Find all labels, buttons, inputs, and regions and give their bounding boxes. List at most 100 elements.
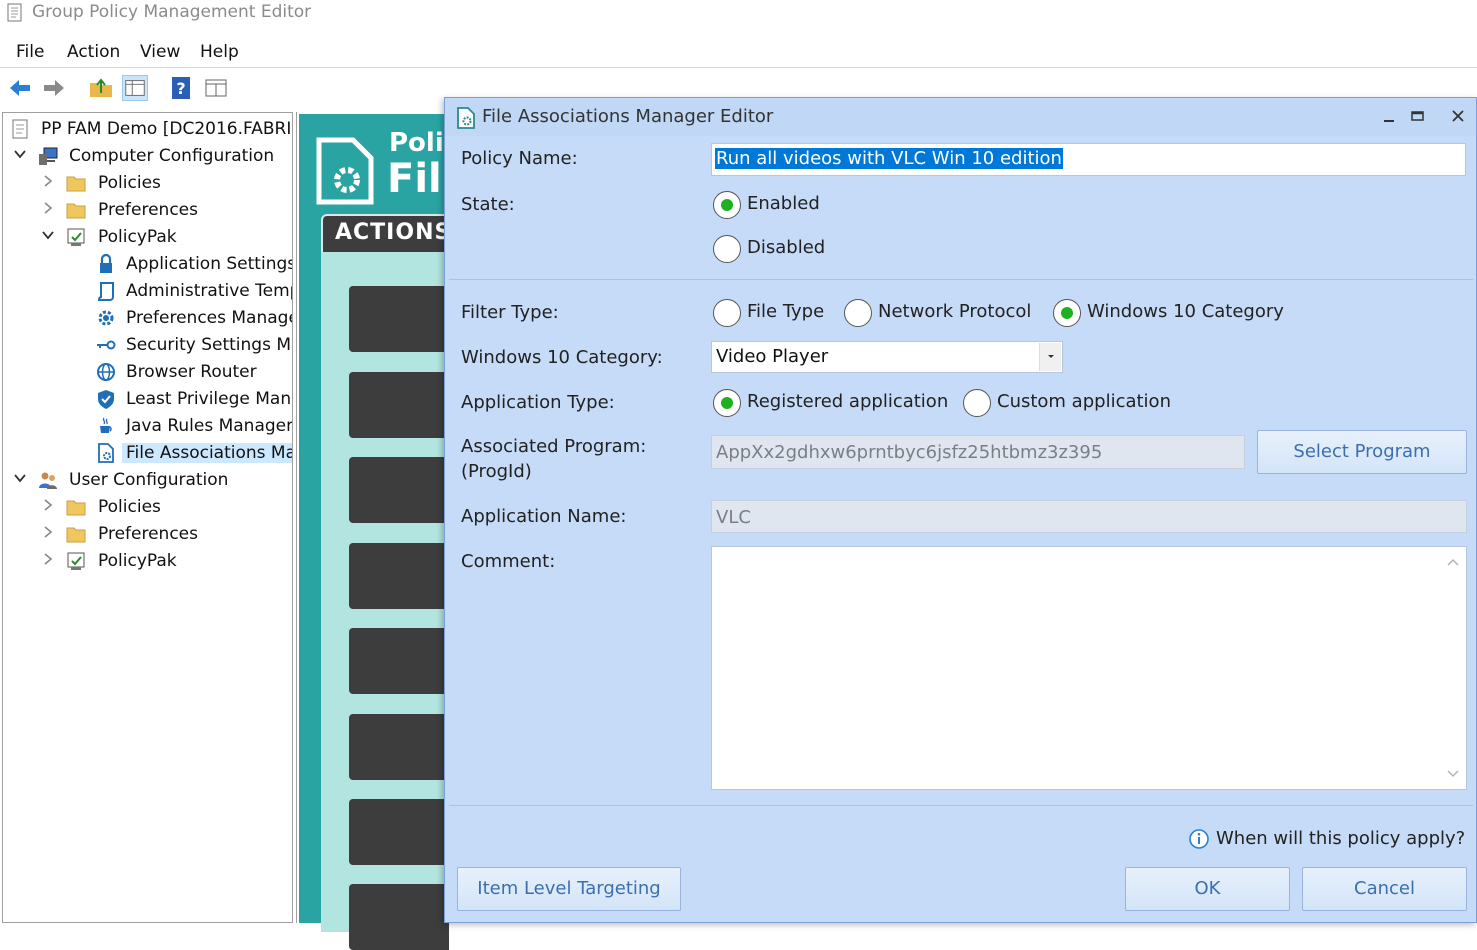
radio-label: File Type — [747, 301, 825, 322]
win10-category-combobox[interactable]: Video Player — [711, 341, 1063, 373]
cancel-button[interactable]: Cancel — [1302, 867, 1467, 911]
radio-label: Registered application — [747, 391, 949, 412]
panel-background: Polic Fil ACTIONS — [299, 114, 459, 950]
section-divider — [449, 279, 1473, 280]
assoc-program-value: AppXx2gdhxw6prntbyc6jsfz25htbmz3z395 — [716, 442, 1103, 463]
chevron-down-icon[interactable] — [13, 471, 27, 485]
tree-item-java-rules[interactable]: Java Rules Manager — [11, 414, 293, 440]
action-button[interactable] — [349, 372, 449, 438]
tree-item-pref-manager[interactable]: Preferences Manager — [11, 306, 293, 332]
when-apply-link[interactable]: When will this policy apply? — [1216, 828, 1465, 849]
state-label: State: — [461, 194, 515, 215]
menu-separator — [0, 67, 1477, 68]
chevron-down-icon[interactable] — [13, 147, 27, 161]
action-button[interactable] — [349, 799, 449, 865]
chevron-down-icon[interactable] — [41, 228, 55, 242]
scroll-down-icon[interactable] — [1446, 769, 1460, 779]
action-button[interactable] — [349, 628, 449, 694]
ok-button[interactable]: OK — [1125, 867, 1290, 911]
tree-item-browser-router[interactable]: Browser Router — [11, 360, 292, 386]
tree-item-admin-templates[interactable]: Administrative Templ — [11, 279, 293, 305]
action-button[interactable] — [349, 884, 449, 950]
show-hide-tree-icon[interactable] — [122, 75, 148, 101]
policy-name-selected-text: Run all videos with VLC Win 10 edition — [715, 148, 1063, 169]
actions-tab[interactable]: ACTIONS — [321, 214, 450, 252]
tree-cc-policypak[interactable]: PolicyPak — [11, 225, 292, 251]
tree-label: Computer Configuration — [69, 146, 275, 166]
radio-label: Disabled — [747, 237, 826, 258]
tree-item-security-settings[interactable]: Security Settings Mar — [11, 333, 292, 359]
console-tree: PP FAM Demo [DC2016.FABRIKAM Computer Co… — [2, 112, 293, 923]
tree-label: Java Rules Manager — [126, 416, 293, 436]
gear-icon — [98, 310, 114, 326]
assoc-program-label: Associated Program: — [461, 436, 647, 457]
action-button[interactable] — [349, 543, 449, 609]
tree-label: Preferences Manager — [126, 308, 293, 328]
chevron-right-icon[interactable] — [41, 498, 55, 512]
chevron-down-icon — [1048, 355, 1054, 358]
dropdown-button[interactable] — [1039, 343, 1061, 371]
action-button[interactable] — [349, 714, 449, 780]
maximize-icon[interactable] — [1407, 106, 1427, 126]
chevron-right-icon[interactable] — [41, 201, 55, 215]
tree-uc-policies[interactable]: Policies — [11, 495, 292, 521]
svg-text:?: ? — [176, 79, 185, 98]
java-cup-icon — [100, 417, 112, 433]
action-button[interactable] — [349, 286, 449, 352]
radio-label: Enabled — [747, 193, 820, 214]
chevron-right-icon[interactable] — [41, 552, 55, 566]
tree-label: Browser Router — [126, 362, 257, 382]
tree-label: PP FAM Demo [DC2016.FABRIKAM — [41, 119, 292, 139]
tree-root-gpo[interactable]: PP FAM Demo [DC2016.FABRIKAM — [9, 117, 292, 143]
info-icon[interactable] — [1188, 828, 1210, 850]
tree-uc-preferences[interactable]: Preferences — [11, 522, 292, 548]
select-program-button[interactable]: Select Program — [1257, 430, 1467, 474]
chevron-right-icon[interactable] — [41, 174, 55, 188]
chevron-right-icon[interactable] — [41, 525, 55, 539]
menu-action[interactable]: Action — [67, 42, 120, 62]
tree-label: Administrative Templ — [126, 281, 293, 301]
file-gear-icon — [98, 443, 114, 463]
help-icon[interactable]: ? — [168, 75, 194, 101]
file-gear-large-icon — [316, 137, 374, 205]
folder-icon — [66, 203, 86, 219]
menu-help[interactable]: Help — [200, 42, 239, 62]
globe-icon — [97, 363, 115, 381]
minimize-icon[interactable] — [1379, 106, 1399, 126]
gpo-document-icon — [12, 119, 28, 139]
folder-icon — [66, 176, 86, 192]
tree-computer-configuration[interactable]: Computer Configuration — [11, 144, 292, 170]
tree-user-configuration[interactable]: User Configuration — [11, 468, 292, 494]
folder-icon — [66, 527, 86, 543]
action-button[interactable] — [349, 457, 449, 523]
item-level-targeting-button[interactable]: Item Level Targeting — [457, 867, 681, 911]
policy-name-input[interactable]: Run all videos with VLC Win 10 edition — [711, 143, 1466, 176]
properties-icon[interactable] — [203, 75, 229, 101]
scroll-up-icon[interactable] — [1446, 557, 1460, 567]
window-title: Group Policy Management Editor — [32, 2, 312, 22]
assoc-program-label-progid: (ProgId) — [461, 461, 532, 482]
key-icon — [97, 340, 116, 350]
app-type-label: Application Type: — [461, 392, 615, 413]
comment-textarea[interactable] — [711, 546, 1467, 790]
tree-item-app-settings[interactable]: Application Settings I — [11, 252, 292, 278]
tree-cc-preferences[interactable]: Preferences — [11, 198, 292, 224]
tree-uc-policypak[interactable]: PolicyPak — [11, 549, 292, 575]
menu-file[interactable]: File — [16, 42, 44, 62]
forward-arrow-icon[interactable] — [41, 75, 67, 101]
tree-item-least-privilege[interactable]: Least Privilege Manag — [11, 387, 292, 413]
up-folder-icon[interactable] — [88, 75, 114, 101]
comment-label: Comment: — [461, 551, 556, 572]
tree-label: Policies — [98, 173, 161, 193]
assoc-program-field: AppXx2gdhxw6prntbyc6jsfz25htbmz3z395 — [711, 435, 1245, 469]
tree-label: User Configuration — [69, 470, 229, 490]
close-icon[interactable] — [1448, 106, 1468, 126]
tree-item-file-associations[interactable]: File Associations Mar — [11, 441, 292, 467]
back-arrow-icon[interactable] — [7, 75, 33, 101]
policypak-icon — [67, 552, 85, 570]
tree-cc-policies[interactable]: Policies — [11, 171, 292, 197]
app-name-field: VLC — [711, 500, 1467, 533]
policypak-icon — [67, 228, 85, 246]
menu-view[interactable]: View — [140, 42, 180, 62]
file-gear-icon — [457, 107, 475, 129]
